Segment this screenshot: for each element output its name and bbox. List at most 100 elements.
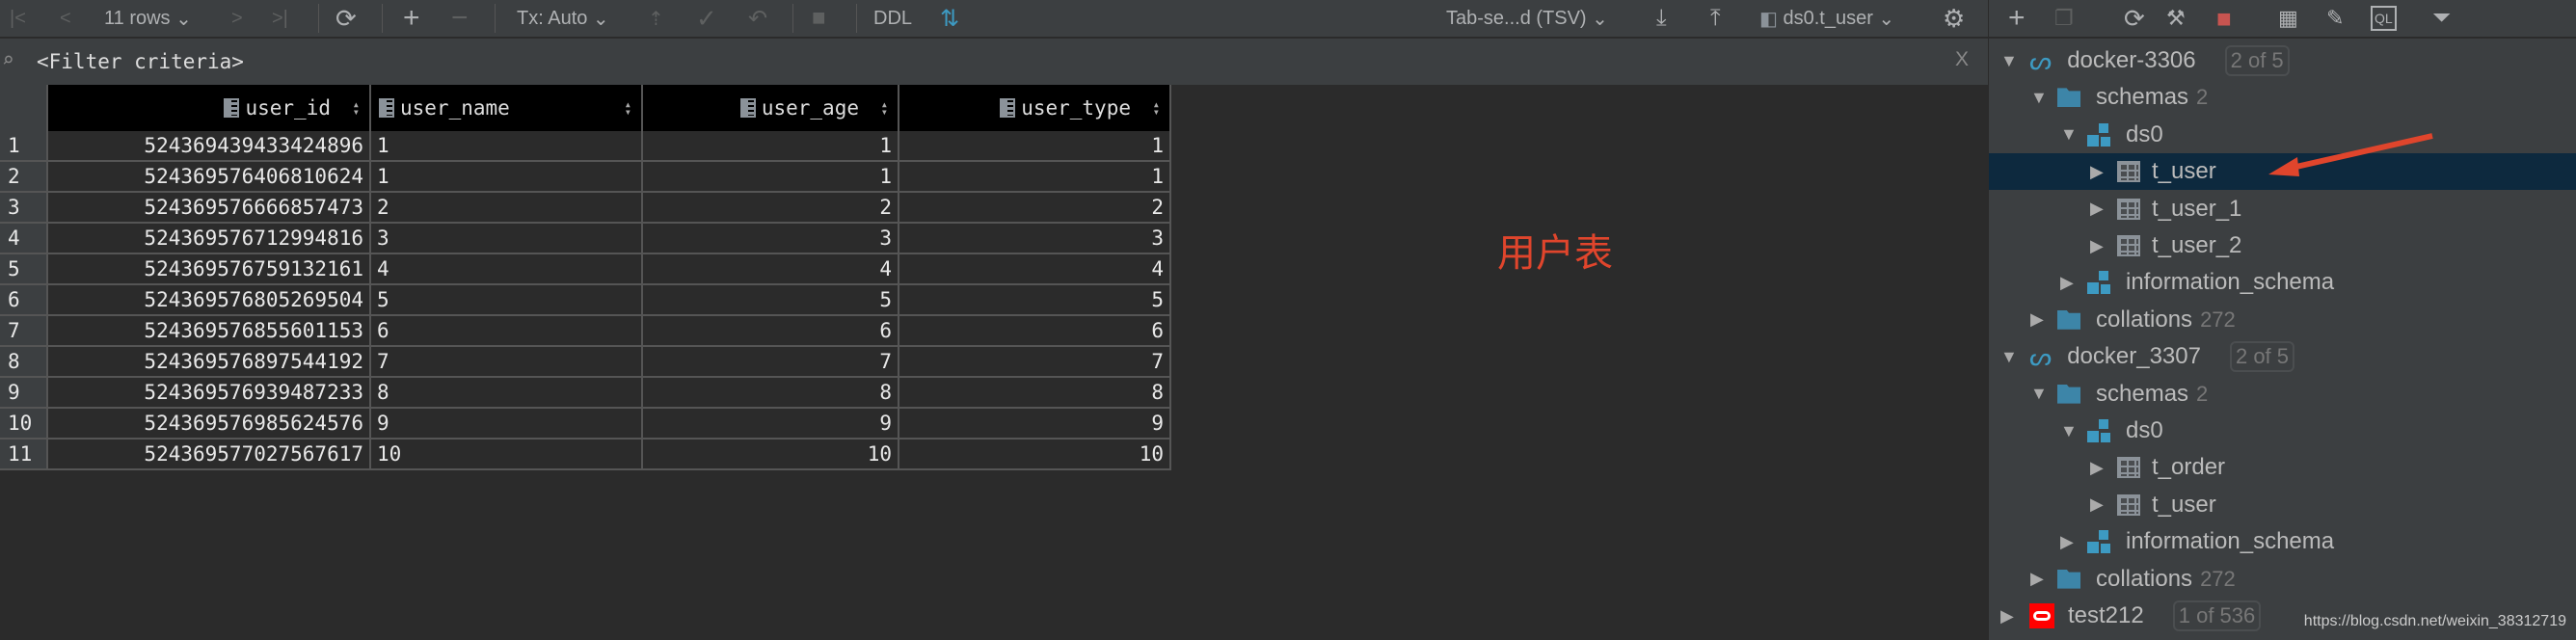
refresh-icon[interactable]: ⟳ (335, 0, 357, 37)
first-page-icon[interactable]: |< (10, 0, 26, 37)
cell-user-type[interactable]: 1 (899, 162, 1171, 193)
cell-user-age[interactable]: 7 (643, 347, 899, 378)
cell-user-id[interactable]: 524369576897544192 (48, 347, 371, 378)
cell-user-age[interactable]: 4 (643, 254, 899, 285)
row-number[interactable]: 8 (0, 347, 48, 378)
commit-icon[interactable]: ✓ (696, 0, 717, 37)
cell-user-type[interactable]: 3 (899, 224, 1171, 254)
cell-user-id[interactable]: 524369576406810624 (48, 162, 371, 193)
row-number[interactable]: 4 (0, 224, 48, 254)
cell-user-age[interactable]: 1 (643, 162, 899, 193)
row-number[interactable]: 3 (0, 193, 48, 224)
cell-user-name[interactable]: 8 (371, 378, 643, 409)
expand-icon[interactable]: ▶ (2060, 273, 2080, 293)
filter-icon[interactable]: ⏷ (2432, 0, 2451, 37)
collapse-icon[interactable]: ▼ (2060, 124, 2080, 145)
cell-user-name[interactable]: 3 (371, 224, 643, 254)
duplicate-icon[interactable]: ❐ (2054, 0, 2074, 37)
cell-user-name[interactable]: 6 (371, 316, 643, 347)
tree-node[interactable]: ▶ collations 272 (1989, 302, 2576, 338)
refresh-icon[interactable]: ⟳ (2124, 0, 2145, 37)
next-page-icon[interactable]: > (231, 0, 243, 37)
expand-icon[interactable]: ▶ (2090, 199, 2109, 219)
collapse-icon[interactable]: ▼ (2060, 421, 2080, 441)
row-number[interactable]: 10 (0, 409, 48, 440)
cell-user-age[interactable]: 8 (643, 378, 899, 409)
cell-user-type[interactable]: 8 (899, 378, 1171, 409)
tree-node[interactable]: ▼ ᔕ docker-3306 2 of 5 (1989, 42, 2576, 79)
row-number[interactable]: 6 (0, 285, 48, 316)
expand-icon[interactable]: ▶ (2090, 236, 2109, 256)
cell-user-id[interactable]: 524369576985624576 (48, 409, 371, 440)
cell-user-age[interactable]: 10 (643, 440, 899, 470)
add-row-icon[interactable]: + (403, 0, 420, 37)
download-icon[interactable]: ⤓ (1656, 0, 1667, 37)
cell-user-age[interactable]: 1 (643, 131, 899, 162)
tree-node[interactable]: ▼ ᔕ docker_3307 2 of 5 (1989, 338, 2576, 375)
add-icon[interactable]: + (2008, 0, 2026, 37)
upload-icon[interactable]: ⤒ (1710, 0, 1721, 37)
properties-icon[interactable]: ⚒ (2166, 0, 2186, 37)
column-header-user-age[interactable]: user_age ▴ ▾ (643, 85, 899, 131)
sort-icon[interactable]: ▴ ▾ (353, 98, 360, 118)
row-number[interactable]: 5 (0, 254, 48, 285)
row-number[interactable]: 1 (0, 131, 48, 162)
cell-user-name[interactable]: 1 (371, 131, 643, 162)
rollback-icon[interactable]: ↶ (748, 0, 767, 37)
tree-node[interactable]: ▼ schemas 2 (1989, 376, 2576, 413)
collapse-icon[interactable]: ▼ (2030, 88, 2050, 108)
tree-node[interactable]: ▶ t_user_1 (1989, 191, 2576, 227)
expand-icon[interactable]: ▶ (2000, 606, 2020, 627)
tree-node[interactable]: ▶ t_order (1989, 449, 2576, 486)
table-view-icon[interactable]: ▦ (2278, 0, 2298, 37)
sort-icon[interactable]: ▴ ▾ (1153, 98, 1160, 118)
cell-user-name[interactable]: 7 (371, 347, 643, 378)
cell-user-age[interactable]: 6 (643, 316, 899, 347)
tree-node[interactable]: ▶ t_user_2 (1989, 227, 2576, 264)
close-filter-button[interactable]: X (1955, 48, 1969, 71)
cell-user-type[interactable]: 2 (899, 193, 1171, 224)
row-number[interactable]: 9 (0, 378, 48, 409)
cell-user-name[interactable]: 2 (371, 193, 643, 224)
cell-user-name[interactable]: 1 (371, 162, 643, 193)
tree-node[interactable]: ▼ schemas 2 (1989, 79, 2576, 116)
expand-icon[interactable]: ▶ (2090, 162, 2109, 182)
column-header-user-type[interactable]: user_type ▴ ▾ (899, 85, 1171, 131)
cell-user-type[interactable]: 5 (899, 285, 1171, 316)
tree-node[interactable]: ▶ collations 272 (1989, 561, 2576, 598)
last-page-icon[interactable]: >| (272, 0, 288, 37)
cell-user-type[interactable]: 10 (899, 440, 1171, 470)
delete-row-icon[interactable]: − (451, 0, 469, 37)
datasource-dropdown[interactable]: ◧ ds0.t_user ⌄ (1759, 0, 1894, 37)
tree-node[interactable]: ▶ information_schema (1989, 523, 2576, 560)
collapse-icon[interactable]: ▼ (2030, 384, 2050, 404)
console-icon[interactable]: QL (2371, 6, 2397, 31)
collapse-icon[interactable]: ▼ (2000, 347, 2020, 367)
cell-user-id[interactable]: 524369576712994816 (48, 224, 371, 254)
tree-node[interactable]: ▶ t_user (1989, 487, 2576, 523)
cell-user-name[interactable]: 9 (371, 409, 643, 440)
expand-icon[interactable]: ▶ (2060, 532, 2080, 552)
cell-user-id[interactable]: 524369577027567617 (48, 440, 371, 470)
tree-node[interactable]: ▼ ds0 (1989, 413, 2576, 449)
expand-icon[interactable]: ▶ (2030, 569, 2050, 589)
prev-page-icon[interactable]: < (60, 0, 71, 37)
row-number[interactable]: 2 (0, 162, 48, 193)
cell-user-id[interactable]: 524369576666857473 (48, 193, 371, 224)
cell-user-id[interactable]: 524369576759132161 (48, 254, 371, 285)
cell-user-type[interactable]: 4 (899, 254, 1171, 285)
row-number[interactable]: 11 (0, 440, 48, 470)
tree-node[interactable]: ▶ information_schema (1989, 264, 2576, 301)
cell-user-age[interactable]: 5 (643, 285, 899, 316)
row-number[interactable]: 7 (0, 316, 48, 347)
cell-user-name[interactable]: 5 (371, 285, 643, 316)
sort-icon[interactable]: ▴ ▾ (625, 98, 631, 118)
sort-icon[interactable]: ▴ ▾ (881, 98, 888, 118)
rows-dropdown[interactable]: 11 rows ⌄ (104, 0, 192, 37)
gear-icon[interactable]: ⚙ (1943, 0, 1965, 37)
cell-user-name[interactable]: 4 (371, 254, 643, 285)
cell-user-name[interactable]: 10 (371, 440, 643, 470)
cell-user-type[interactable]: 1 (899, 131, 1171, 162)
cell-user-id[interactable]: 524369576939487233 (48, 378, 371, 409)
tx-mode-dropdown[interactable]: Tx: Auto ⌄ (517, 0, 609, 37)
